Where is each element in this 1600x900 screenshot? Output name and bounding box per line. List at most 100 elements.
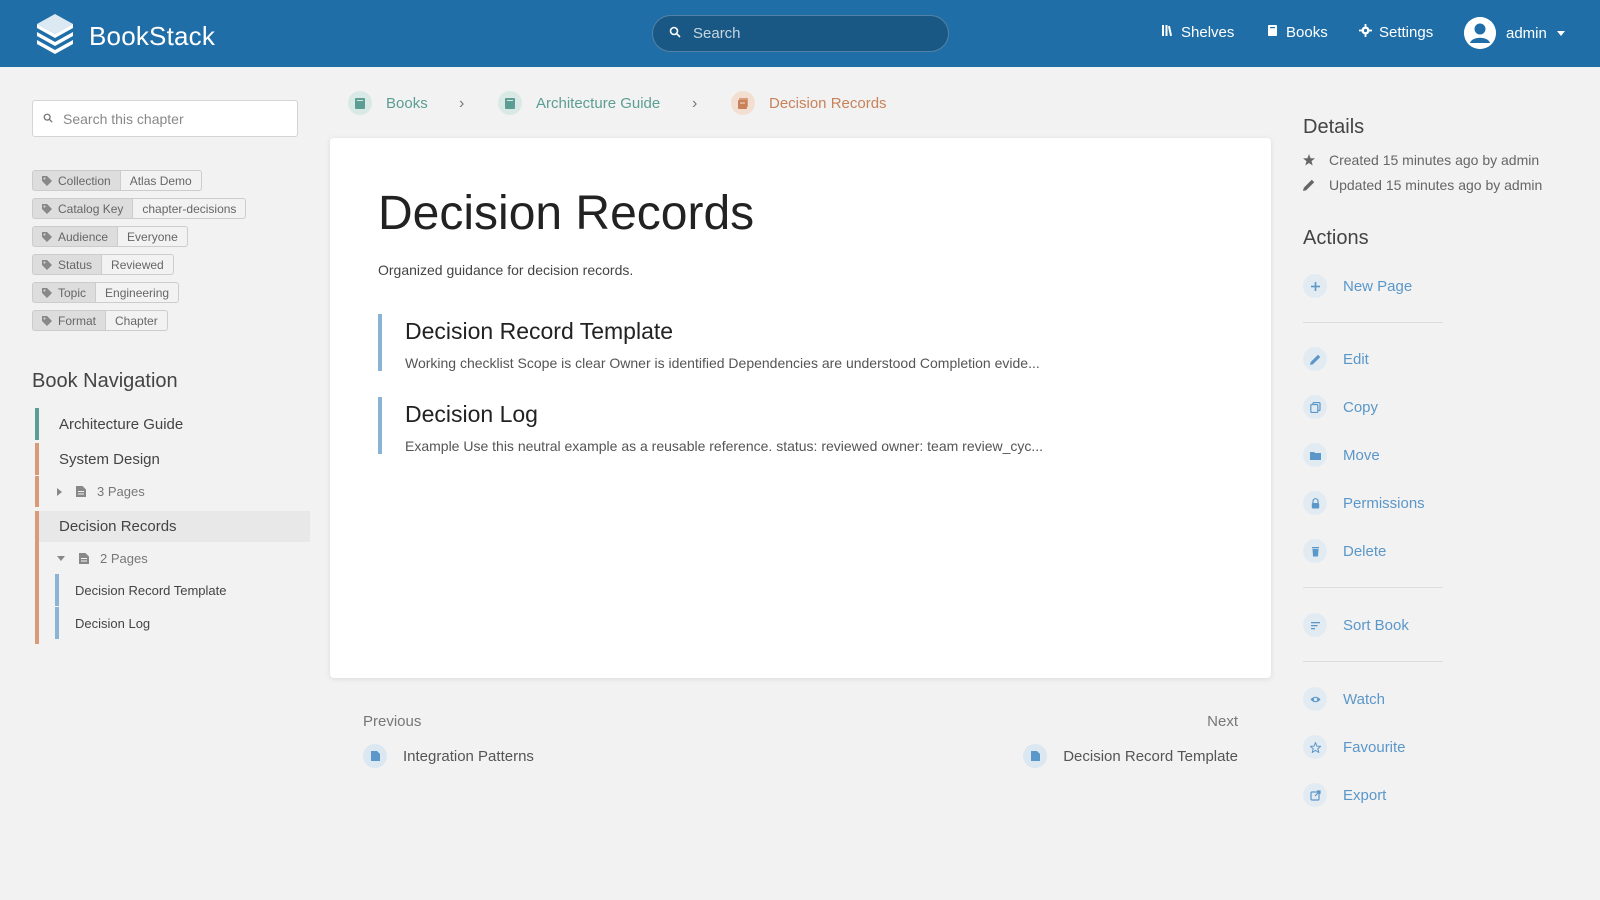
breadcrumb-books-label: Books: [386, 94, 428, 112]
nav-chapter-decision-records[interactable]: Decision Records: [35, 511, 310, 542]
page-title: Decision Records: [378, 187, 755, 240]
entity-excerpt: Example Use this neutral example as a re…: [405, 438, 1044, 454]
nav-shelves[interactable]: Shelves: [1161, 24, 1234, 41]
tag[interactable]: Audience Everyone: [32, 226, 246, 247]
pages-toggle-decision-records[interactable]: 2 Pages: [35, 542, 310, 574]
nav-book-link[interactable]: Architecture Guide: [35, 408, 310, 440]
user-avatar-icon: [1464, 17, 1496, 49]
permissions-button[interactable]: Permissions: [1303, 491, 1425, 515]
previous-label: Previous: [363, 713, 422, 730]
nav-books-label: Books: [1286, 24, 1328, 41]
plus-icon: [1303, 274, 1327, 298]
breadcrumb-chapter[interactable]: Decision Records: [731, 91, 887, 115]
books-icon: [348, 91, 372, 115]
breadcrumb-book[interactable]: Architecture Guide: [498, 91, 660, 115]
entity-item[interactable]: Decision Record Template Working checkli…: [378, 314, 1198, 371]
tag-value[interactable]: Reviewed: [101, 254, 174, 275]
nav-shelves-label: Shelves: [1181, 24, 1235, 41]
entity-title[interactable]: Decision Log: [405, 397, 1198, 428]
tag-name[interactable]: Audience: [32, 226, 118, 247]
brand-name: BookStack: [89, 21, 216, 51]
user-menu[interactable]: admin: [1464, 17, 1565, 49]
actions-title: Actions: [1303, 227, 1369, 249]
divider: [1303, 661, 1443, 662]
nav-chapter-system-design[interactable]: System Design: [35, 443, 310, 475]
tag-name[interactable]: Topic: [32, 282, 96, 303]
search-input[interactable]: [693, 25, 933, 42]
chapter-icon: [731, 91, 755, 115]
folder-icon: [1303, 443, 1327, 467]
copy-icon: [1303, 395, 1327, 419]
page-icon: [76, 486, 86, 497]
tag-icon: [42, 231, 52, 242]
tag-value[interactable]: Chapter: [105, 310, 168, 331]
brand-logo[interactable]: BookStack: [33, 14, 215, 59]
page-icon: [79, 552, 89, 564]
tag-icon: [42, 175, 52, 186]
nav-page-decision-log[interactable]: Decision Log: [55, 607, 305, 639]
new-page-button[interactable]: New Page: [1303, 274, 1412, 298]
pages-count: 2 Pages: [100, 550, 148, 566]
entity-item[interactable]: Decision Log Example Use this neutral ex…: [378, 397, 1198, 454]
star-icon: [1303, 735, 1327, 759]
book-icon: [498, 91, 522, 115]
tag-icon: [42, 203, 52, 214]
tag-name[interactable]: Status: [32, 254, 102, 275]
chevron-right-icon: ›: [692, 95, 698, 112]
nav-settings[interactable]: Settings: [1359, 24, 1433, 41]
delete-button[interactable]: Delete: [1303, 539, 1386, 563]
tag[interactable]: Status Reviewed: [32, 254, 246, 275]
details-title: Details: [1303, 116, 1365, 138]
tag[interactable]: Collection Atlas Demo: [32, 170, 246, 191]
search-icon: [43, 110, 53, 128]
gear-icon: [1359, 24, 1379, 41]
tag-value[interactable]: Engineering: [95, 282, 180, 303]
move-button[interactable]: Move: [1303, 443, 1380, 467]
star-icon: [1303, 154, 1315, 166]
breadcrumb-chapter-label: Decision Records: [769, 94, 887, 112]
nav-settings-label: Settings: [1379, 24, 1434, 41]
nav-books[interactable]: Books: [1266, 24, 1328, 41]
tag-name[interactable]: Collection: [32, 170, 120, 191]
breadcrumb-book-label: Architecture Guide: [536, 94, 661, 112]
previous-page-title: Integration Patterns: [403, 747, 534, 765]
pencil-icon: [1303, 179, 1315, 191]
breadcrumb-books[interactable]: Books: [348, 91, 428, 115]
tag-value[interactable]: Atlas Demo: [119, 170, 202, 191]
tag[interactable]: Format Chapter: [32, 310, 246, 331]
pages-toggle-system-design[interactable]: 3 Pages: [35, 476, 310, 507]
favourite-button[interactable]: Favourite: [1303, 735, 1406, 759]
created-info: Created 15 minutes ago by admin: [1303, 152, 1539, 168]
tag[interactable]: Catalog Key chapter-decisions: [32, 198, 247, 219]
divider: [1303, 322, 1443, 323]
watch-button[interactable]: Watch: [1303, 687, 1385, 711]
pencil-icon: [1303, 347, 1327, 371]
lock-icon: [1303, 491, 1327, 515]
eye-icon: [1303, 687, 1327, 711]
next-page-title: Decision Record Template: [1063, 747, 1238, 765]
chevron-right-icon: ›: [459, 95, 465, 112]
tag[interactable]: Topic Engineering: [32, 282, 246, 303]
export-button[interactable]: Export: [1303, 783, 1386, 807]
chapter-search[interactable]: [32, 100, 298, 137]
tag-value[interactable]: chapter-decisions: [132, 198, 247, 219]
nav-page-decision-record-template[interactable]: Decision Record Template: [55, 574, 305, 606]
tag-icon: [42, 287, 52, 298]
chapter-search-input[interactable]: [63, 110, 283, 127]
sort-book-button[interactable]: Sort Book: [1303, 613, 1409, 637]
edit-button[interactable]: Edit: [1303, 347, 1369, 371]
entity-title[interactable]: Decision Record Template: [405, 314, 1198, 345]
tag-name[interactable]: Format: [32, 310, 106, 331]
chevron-down-icon: [1556, 30, 1565, 36]
search-icon: [669, 25, 681, 43]
tag-name[interactable]: Catalog Key: [32, 198, 133, 219]
copy-button[interactable]: Copy: [1303, 395, 1378, 419]
previous-page-link[interactable]: Integration Patterns: [363, 744, 534, 768]
shelves-icon: [1161, 24, 1181, 41]
sort-icon: [1303, 613, 1327, 637]
tag-list: Collection Atlas Demo Catalog Key chapte…: [32, 170, 247, 338]
chevron-right-icon: [57, 487, 62, 496]
tag-value[interactable]: Everyone: [117, 226, 188, 247]
global-search[interactable]: [652, 15, 949, 52]
next-page-link[interactable]: Decision Record Template: [1023, 744, 1238, 768]
